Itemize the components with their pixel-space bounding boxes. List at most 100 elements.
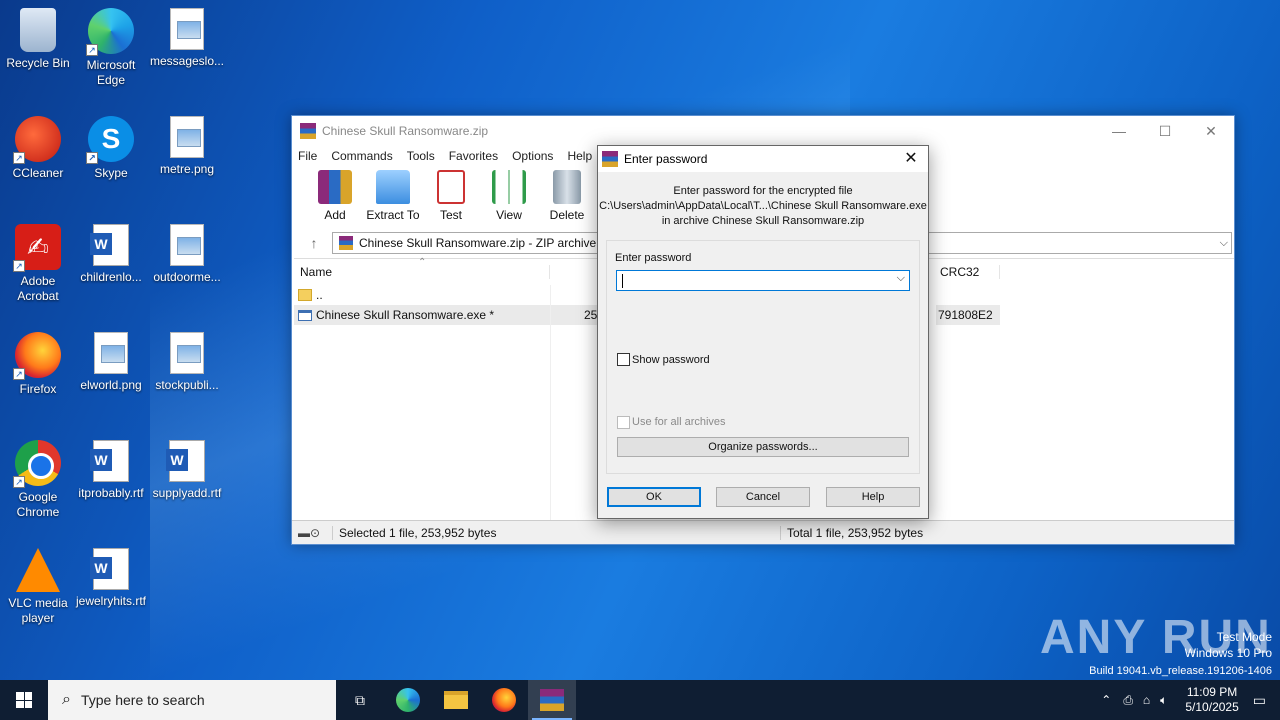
taskbar-search[interactable]: ⌕ Type here to search: [48, 680, 336, 720]
desktop-icon-recycle-bin[interactable]: Recycle Bin: [0, 8, 76, 71]
desktop-icon-skype[interactable]: S ↗ Skype: [73, 116, 149, 181]
desktop-icon-vlc[interactable]: VLC media player: [0, 548, 76, 626]
wifi-icon[interactable]: ⌂: [1143, 693, 1150, 707]
taskbar: ⌕ Type here to search ⧉ ⌃ ⎙ ⌂ 🔈︎ 11:09 P…: [0, 680, 1280, 720]
edge-icon: ↗: [86, 8, 134, 56]
status-bar: ▬⊙ Selected 1 file, 253,952 bytes Total …: [292, 520, 1234, 544]
desktop-icon-chrome[interactable]: ↗ Google Chrome: [0, 440, 76, 520]
desktop-icon-jewelryhits[interactable]: W jewelryhits.rtf: [73, 548, 149, 609]
volume-icon[interactable]: 🔈︎: [1160, 693, 1167, 708]
image-file-icon: [94, 332, 128, 374]
desktop-icon-childrenlo[interactable]: W childrenlo...: [73, 224, 149, 285]
menu-favorites[interactable]: Favorites: [449, 149, 498, 163]
window-title: Chinese Skull Ransomware.zip: [322, 124, 489, 138]
dialog-close-icon[interactable]: ✕: [894, 146, 928, 172]
windows-logo-icon: [16, 692, 32, 708]
add-button[interactable]: Add: [306, 170, 364, 226]
windows-edition-text: Windows 10 Pro: [1184, 646, 1272, 660]
desktop-icon-elworld[interactable]: elworld.png: [73, 332, 149, 393]
password-label: Enter password: [615, 252, 692, 264]
column-crc32[interactable]: CRC32: [936, 265, 1000, 279]
window-titlebar[interactable]: Chinese Skull Ransomware.zip: [292, 116, 1234, 146]
desktop-icon-stockpubli[interactable]: stockpubli...: [149, 332, 225, 393]
task-view-button[interactable]: ⧉: [336, 680, 384, 720]
chevron-down-icon[interactable]: ⌵: [897, 272, 905, 285]
word-document-icon: W: [90, 224, 129, 266]
firefox-icon: ↗: [13, 332, 61, 380]
desktop-icon-messageslo[interactable]: messageslo...: [149, 8, 225, 69]
cancel-button[interactable]: Cancel: [716, 487, 810, 507]
view-button[interactable]: View: [480, 170, 538, 226]
menu-file[interactable]: File: [298, 149, 317, 163]
view-book-icon: [492, 170, 526, 204]
menu-help[interactable]: Help: [567, 149, 592, 163]
winrar-icon: [540, 689, 564, 711]
use-for-all-checkbox[interactable]: [617, 416, 630, 429]
exe-file-icon: [298, 309, 312, 321]
start-button[interactable]: [0, 680, 48, 720]
help-button[interactable]: Help: [826, 487, 920, 507]
acrobat-icon: ✍ ↗: [13, 224, 61, 272]
desktop-icon-supplyadd[interactable]: W supplyadd.rtf: [149, 440, 225, 501]
ccleaner-icon: ↗: [13, 116, 61, 164]
dialog-message: Enter password for the encrypted file C:…: [599, 185, 927, 227]
notification-icon[interactable]: ▭: [1253, 692, 1266, 709]
chrome-icon: ↗: [13, 440, 61, 488]
desktop-icon-firefox[interactable]: ↗ Firefox: [0, 332, 76, 397]
delete-button[interactable]: Delete: [538, 170, 596, 226]
build-text: Build 19041.vb_release.191206-1406: [1089, 665, 1272, 677]
dialog-titlebar[interactable]: Enter password: [598, 146, 928, 172]
taskbar-file-explorer[interactable]: [432, 680, 480, 720]
menu-tools[interactable]: Tools: [407, 149, 435, 163]
desktop-icon-outdoorme[interactable]: outdoorme...: [149, 224, 225, 285]
image-file-icon: [170, 332, 204, 374]
word-document-icon: W: [90, 548, 129, 590]
vlc-cone-icon: [16, 548, 60, 592]
test-mode-text: Test Mode: [1216, 630, 1272, 644]
desktop-icon-metre[interactable]: metre.png: [149, 116, 225, 177]
trash-icon: [553, 170, 581, 204]
chevron-down-icon[interactable]: ⌵: [1220, 237, 1228, 250]
image-file-icon: [170, 224, 204, 266]
image-file-icon: [170, 116, 204, 158]
edge-icon: [396, 688, 420, 712]
drive-icon: ▬⊙: [298, 525, 321, 540]
up-arrow-icon[interactable]: ↑: [296, 235, 332, 251]
minimize-icon[interactable]: —: [1096, 116, 1142, 146]
chevron-up-icon[interactable]: ⌃: [1101, 693, 1111, 707]
menu-commands[interactable]: Commands: [331, 149, 392, 163]
extract-folder-icon: [376, 170, 410, 204]
task-view-icon: ⧉: [355, 691, 365, 708]
taskbar-winrar[interactable]: [528, 680, 576, 720]
test-clipboard-icon: [437, 170, 465, 204]
winrar-icon: [602, 151, 618, 167]
folder-icon: [444, 691, 468, 709]
extract-to-button[interactable]: Extract To: [364, 170, 422, 226]
system-tray: ⌃ ⎙ ⌂ 🔈︎ 11:09 PM 5/10/2025 ▭: [1101, 680, 1280, 720]
maximize-icon[interactable]: ☐: [1142, 116, 1188, 146]
text-caret: [622, 274, 623, 288]
image-file-icon: [170, 8, 204, 50]
taskbar-firefox[interactable]: [480, 680, 528, 720]
show-password-checkbox[interactable]: [617, 353, 630, 366]
status-total: Total 1 file, 253,952 bytes: [780, 525, 923, 540]
winrar-icon: [300, 123, 316, 139]
recycle-bin-icon: [20, 8, 56, 52]
taskbar-edge[interactable]: [384, 680, 432, 720]
organize-passwords-button[interactable]: Organize passwords...: [617, 437, 909, 457]
test-button[interactable]: Test: [422, 170, 480, 226]
desktop-icon-ccleaner[interactable]: ↗ CCleaner: [0, 116, 76, 181]
desktop-icon-itprobably[interactable]: W itprobably.rtf: [73, 440, 149, 501]
close-icon[interactable]: ✕: [1188, 116, 1234, 146]
dialog-title: Enter password: [624, 152, 708, 166]
zip-archive-icon: [339, 236, 353, 250]
desktop-icon-acrobat[interactable]: ✍ ↗ Adobe Acrobat: [0, 224, 76, 304]
network-icon[interactable]: ⎙: [1123, 693, 1133, 708]
ok-button[interactable]: OK: [607, 487, 701, 507]
password-input[interactable]: ⌵: [616, 270, 910, 291]
clock[interactable]: 11:09 PM 5/10/2025: [1185, 685, 1238, 715]
show-password-label[interactable]: Show password: [632, 354, 710, 366]
search-icon: ⌕: [62, 691, 71, 708]
desktop-icon-edge[interactable]: ↗ Microsoft Edge: [73, 8, 149, 88]
menu-options[interactable]: Options: [512, 149, 553, 163]
